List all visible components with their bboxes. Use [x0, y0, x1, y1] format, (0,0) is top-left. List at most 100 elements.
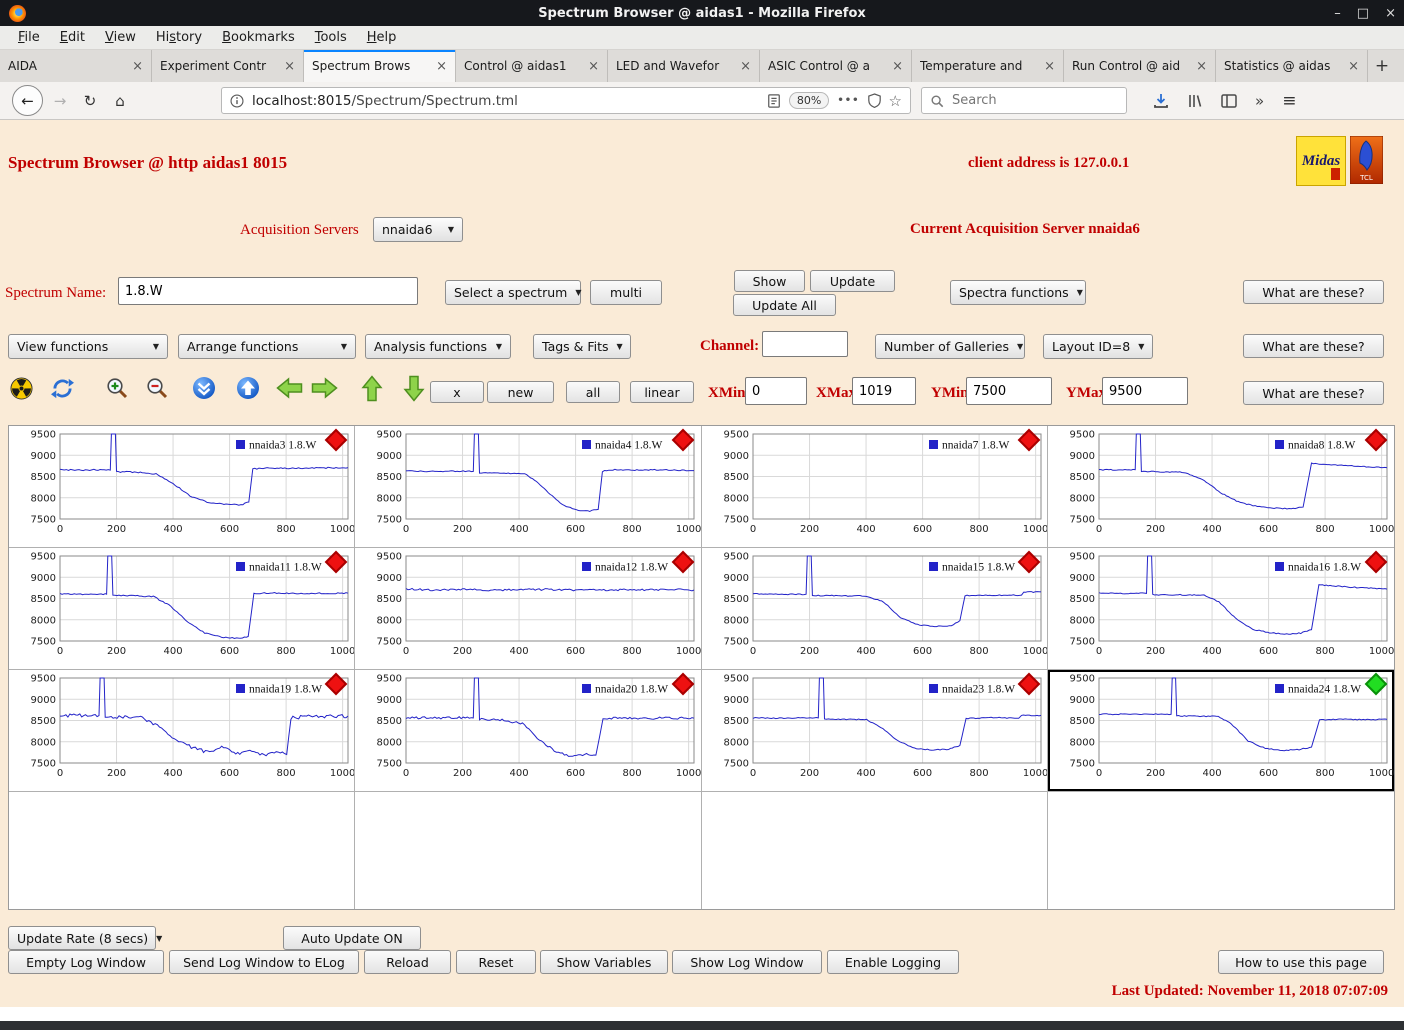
tab-close-icon[interactable]: ×: [740, 59, 751, 74]
number-of-galleries-dropdown[interactable]: Number of Galleries ▼: [875, 334, 1025, 359]
show-variables-button[interactable]: Show Variables: [540, 950, 668, 974]
back-icon[interactable]: ←: [12, 85, 43, 116]
spectrum-chart-nnaida7[interactable]: 9500 9000 8500 8000 7500 0 200 400 600 800 1000 nna…: [701, 426, 1048, 548]
tab-close-icon[interactable]: ×: [588, 59, 599, 74]
arrow-down-icon[interactable]: [403, 375, 425, 402]
tcl-logo[interactable]: TCL: [1349, 135, 1384, 185]
arrange-functions-dropdown[interactable]: Arrange functions ▼: [178, 334, 356, 359]
menu-hamburger-icon[interactable]: ≡: [1282, 91, 1296, 111]
update-rate-dropdown[interactable]: Update Rate (8 secs) ▼: [8, 926, 162, 950]
arrow-up-icon[interactable]: [361, 374, 383, 402]
tab-close-icon[interactable]: ×: [1044, 59, 1055, 74]
zoom-in-icon[interactable]: [105, 376, 129, 400]
tab-close-icon[interactable]: ×: [892, 59, 903, 74]
ymin-input[interactable]: [966, 377, 1052, 405]
tab-close-icon[interactable]: ×: [284, 59, 295, 74]
xmax-input[interactable]: [852, 377, 916, 405]
layout-id-dropdown[interactable]: Layout ID=8 ▼: [1043, 334, 1153, 359]
how-to-use-button[interactable]: How to use this page: [1218, 950, 1384, 974]
new-button[interactable]: new: [487, 381, 554, 403]
bookmark-star-icon[interactable]: ☆: [889, 92, 902, 110]
channel-input[interactable]: [762, 331, 848, 357]
download-icon[interactable]: [1153, 93, 1169, 109]
analysis-functions-dropdown[interactable]: Analysis functions ▼: [365, 334, 511, 359]
page-actions-icon[interactable]: •••: [837, 95, 859, 106]
reload-icon[interactable]: ↻: [77, 88, 103, 114]
tab-close-icon[interactable]: ×: [1196, 59, 1207, 74]
zoom-indicator[interactable]: 80%: [788, 92, 830, 109]
tab-asic-control-a[interactable]: ASIC Control @ a ×: [760, 50, 912, 82]
menu-tools[interactable]: Tools: [305, 28, 357, 47]
ymax-input[interactable]: [1102, 377, 1188, 405]
spectrum-chart-nnaida3[interactable]: 9500 9000 8500 8000 7500 0 200 400 600 800 1000 nna…: [9, 426, 356, 548]
arrow-right-icon[interactable]: [311, 377, 338, 399]
tab-close-icon[interactable]: ×: [132, 59, 143, 74]
what-are-these-button-2[interactable]: What are these?: [1243, 334, 1384, 358]
spectrum-chart-nnaida11[interactable]: 9500 9000 8500 8000 7500 0 200 400 600 800 1000 nna…: [9, 548, 356, 670]
library-icon[interactable]: [1187, 93, 1203, 109]
spectrum-chart-nnaida19[interactable]: 9500 9000 8500 8000 7500 0 200 400 600 800 1000 nna…: [9, 670, 356, 792]
tab-led-and-wavefor[interactable]: LED and Wavefor ×: [608, 50, 760, 82]
menu-edit[interactable]: Edit: [50, 28, 95, 47]
show-log-window-button[interactable]: Show Log Window: [672, 950, 822, 974]
tab-statistics-aidas[interactable]: Statistics @ aidas ×: [1216, 50, 1368, 82]
tab-spectrum-brows[interactable]: Spectrum Brows ×: [304, 50, 456, 82]
spectrum-chart-nnaida12[interactable]: 9500 9000 8500 8000 7500 0 200 400 600 800 1000 nna…: [355, 548, 702, 670]
show-button[interactable]: Show: [734, 270, 805, 292]
reload-button[interactable]: Reload: [364, 950, 451, 974]
home-icon[interactable]: ⌂: [107, 88, 133, 114]
view-functions-dropdown[interactable]: View functions ▼: [8, 334, 168, 359]
spectrum-chart-nnaida20[interactable]: 9500 9000 8500 8000 7500 0 200 400 600 800 1000 nna…: [355, 670, 702, 792]
arrow-left-icon[interactable]: [276, 377, 303, 399]
menu-bookmarks[interactable]: Bookmarks: [212, 28, 305, 47]
overflow-chevrons-icon[interactable]: »: [1255, 92, 1264, 110]
menu-history[interactable]: History: [146, 28, 212, 47]
zoom-out-icon[interactable]: [145, 376, 169, 400]
tab-experiment-contr[interactable]: Experiment Contr ×: [152, 50, 304, 82]
acquisition-server-select[interactable]: nnaida6 ▼: [373, 217, 463, 242]
minimize-button[interactable]: –: [1334, 6, 1341, 21]
forward-icon[interactable]: →: [47, 88, 73, 114]
select-spectrum-dropdown[interactable]: Select a spectrum ▼: [445, 280, 581, 305]
tab-run-control-aid[interactable]: Run Control @ aid ×: [1064, 50, 1216, 82]
reset-button[interactable]: Reset: [456, 950, 536, 974]
tags-fits-dropdown[interactable]: Tags & Fits ▼: [533, 334, 631, 359]
spectrum-name-input[interactable]: [118, 277, 418, 305]
scroll-down-icon[interactable]: [192, 376, 216, 400]
shield-icon[interactable]: [867, 93, 881, 108]
tab-control-aidas1[interactable]: Control @ aidas1 ×: [456, 50, 608, 82]
url-bar[interactable]: localhost:8015/Spectrum/Spectrum.tml 80%…: [221, 87, 911, 114]
what-are-these-button-3[interactable]: What are these?: [1243, 381, 1384, 405]
tab-close-icon[interactable]: ×: [1348, 59, 1359, 74]
x-button[interactable]: x: [430, 381, 484, 403]
spectra-functions-dropdown[interactable]: Spectra functions ▼: [950, 280, 1086, 305]
search-input[interactable]: [950, 92, 1124, 109]
menu-file[interactable]: File: [8, 28, 50, 47]
search-bar[interactable]: [921, 87, 1127, 114]
maximize-button[interactable]: □: [1357, 6, 1369, 21]
tab-temperature-and[interactable]: Temperature and ×: [912, 50, 1064, 82]
spectrum-chart-nnaida8[interactable]: 9500 9000 8500 8000 7500 0 200 400 600 800 1000 nna…: [1047, 426, 1394, 548]
spectrum-chart-nnaida23[interactable]: 9500 9000 8500 8000 7500 0 200 400 600 800 1000 nna…: [701, 670, 1048, 792]
tab-close-icon[interactable]: ×: [436, 59, 447, 74]
tab-aida[interactable]: AIDA ×: [0, 50, 152, 82]
empty-log-window-button[interactable]: Empty Log Window: [8, 950, 164, 974]
scroll-up-icon[interactable]: [236, 376, 260, 400]
menu-view[interactable]: View: [95, 28, 146, 47]
spectrum-chart-nnaida4[interactable]: 9500 9000 8500 8000 7500 0 200 400 600 800 1000 nna…: [355, 426, 702, 548]
send-log-window-to-elog-button[interactable]: Send Log Window to ELog: [169, 950, 359, 974]
midas-logo[interactable]: Midas: [1296, 136, 1346, 186]
spectrum-chart-nnaida24[interactable]: 9500 9000 8500 8000 7500 0 200 400 600 800 1000 nna…: [1047, 670, 1394, 792]
spectrum-chart-nnaida15[interactable]: 9500 9000 8500 8000 7500 0 200 400 600 800 1000 nna…: [701, 548, 1048, 670]
xmin-input[interactable]: [745, 377, 807, 405]
all-button[interactable]: all: [566, 381, 620, 403]
new-tab-button[interactable]: +: [1368, 50, 1396, 82]
update-button[interactable]: Update: [810, 270, 895, 292]
site-info-icon[interactable]: [230, 93, 244, 108]
spectrum-chart-nnaida16[interactable]: 9500 9000 8500 8000 7500 0 200 400 600 800 1000 nna…: [1047, 548, 1394, 670]
reader-mode-icon[interactable]: [767, 93, 781, 108]
enable-logging-button[interactable]: Enable Logging: [827, 950, 959, 974]
multi-button[interactable]: multi: [590, 280, 662, 305]
sidebar-icon[interactable]: [1221, 93, 1237, 108]
menu-help[interactable]: Help: [357, 28, 407, 47]
